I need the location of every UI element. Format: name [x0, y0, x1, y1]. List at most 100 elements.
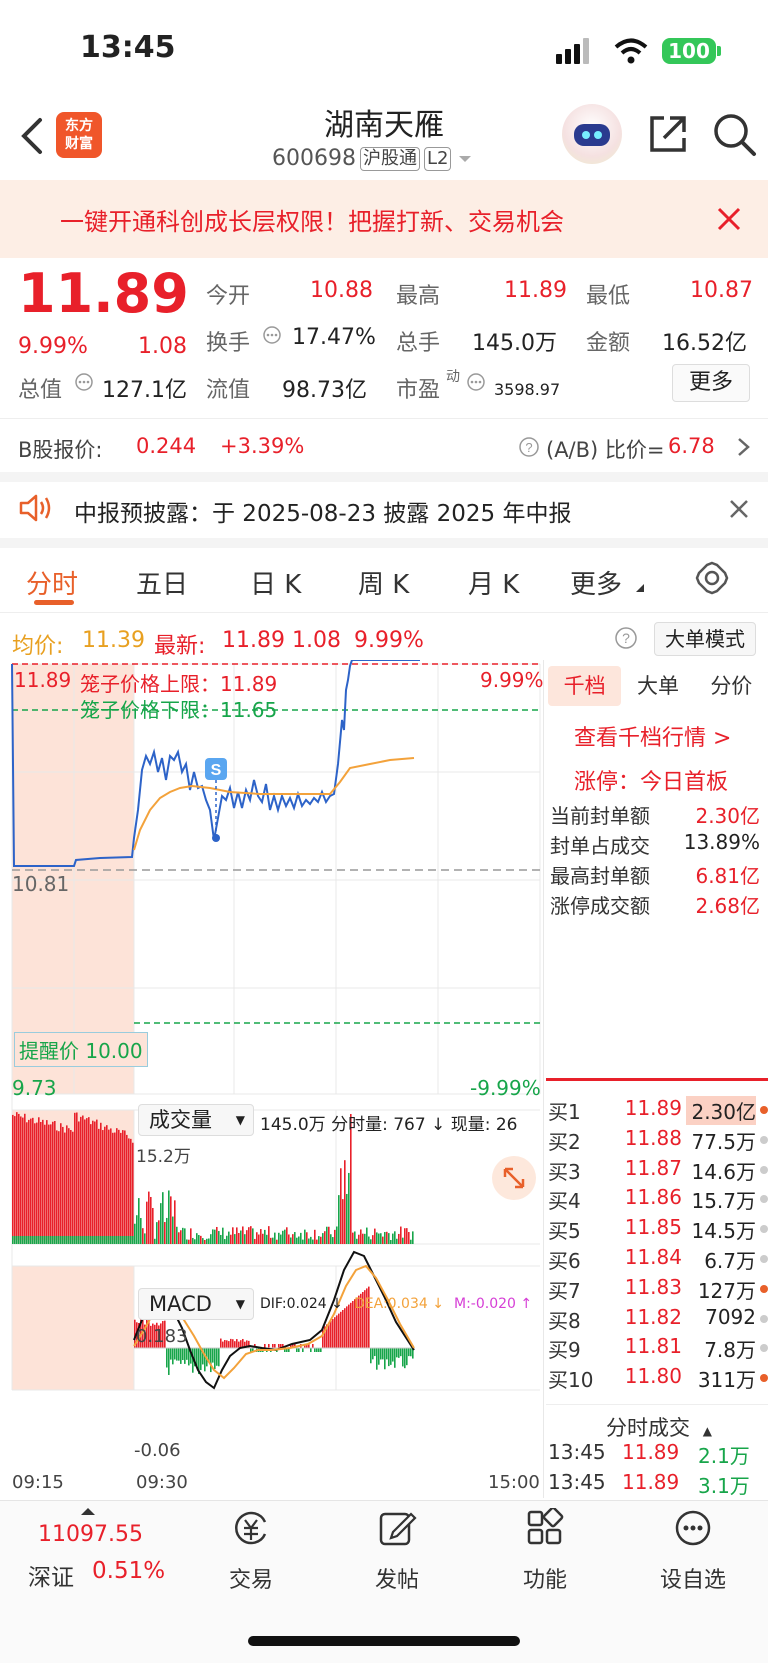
volume-bar — [174, 1200, 176, 1244]
volume-bar — [58, 1236, 60, 1244]
collapse-caret-icon[interactable] — [80, 1506, 96, 1516]
macd-bar — [410, 1348, 412, 1357]
sort-caret-icon: ▲ — [702, 1424, 712, 1438]
bid-volume: 127万 — [697, 1278, 756, 1303]
bid-row[interactable]: 买1 11.89 2.30亿 — [548, 1096, 768, 1126]
divider — [0, 612, 768, 613]
macd-bar — [406, 1348, 408, 1366]
float-value: 98.73亿 — [282, 378, 367, 403]
macd-bar — [402, 1348, 404, 1367]
volume-bar — [34, 1123, 36, 1240]
trades-header[interactable]: 分时成交 ▲ — [606, 1412, 712, 1442]
bid-row[interactable]: 买8 11.82 7092 — [548, 1305, 768, 1335]
macd-bar — [274, 1344, 276, 1348]
tab-daily-k[interactable]: 日 K — [250, 564, 301, 601]
back-icon[interactable] — [18, 116, 44, 156]
tab-weekly-k[interactable]: 周 K — [358, 564, 409, 601]
volume-bar — [72, 1236, 74, 1244]
help-icon[interactable]: ? — [614, 626, 638, 650]
volume-bar — [240, 1230, 242, 1244]
chart-top-pct: 9.99% — [480, 668, 544, 692]
last-price: 11.89 — [222, 628, 285, 653]
tab-more[interactable]: 更多 — [570, 564, 622, 601]
volume-bar — [276, 1239, 278, 1244]
volume-bar — [36, 1122, 38, 1240]
macd-bar — [398, 1348, 400, 1358]
volume-bar — [32, 1236, 34, 1244]
volume-bar — [26, 1122, 28, 1240]
volume-indicator-select[interactable]: 成交量 ▼ — [138, 1104, 254, 1136]
volume-bar — [20, 1116, 22, 1240]
close-notice-icon[interactable] — [728, 498, 750, 520]
bid-row[interactable]: 买6 11.84 6.7万 — [548, 1245, 768, 1275]
status-time: 13:45 — [80, 30, 176, 65]
tab-monthly-k[interactable]: 月 K — [468, 564, 519, 601]
volume-bar — [228, 1231, 230, 1244]
gear-icon[interactable] — [694, 560, 730, 596]
bid-row[interactable]: 买7 11.83 127万 — [548, 1275, 768, 1305]
bid-row[interactable]: 买2 11.88 77.5万 — [548, 1126, 768, 1156]
tab-underline — [34, 600, 74, 605]
nav-functions-label: 功能 — [522, 1568, 567, 1593]
bid-row[interactable]: 买9 11.81 7.8万 — [548, 1334, 768, 1364]
chevron-right-icon[interactable] — [736, 436, 752, 458]
volume-bar — [22, 1236, 24, 1244]
tab-big-order[interactable]: 大单 — [621, 666, 694, 706]
bid-row[interactable]: 买5 11.85 14.5万 — [548, 1215, 768, 1245]
bid-row[interactable]: 买3 11.87 14.6万 — [548, 1156, 768, 1186]
big-order-mode-button[interactable]: 大单模式 — [654, 622, 756, 656]
home-indicator — [248, 1636, 520, 1646]
tab-depth[interactable]: 千档 — [548, 666, 622, 706]
volume-bar — [274, 1232, 276, 1244]
search-icon[interactable] — [712, 112, 758, 158]
info-icon[interactable] — [466, 372, 486, 392]
tab-five-day[interactable]: 五日 — [136, 564, 188, 601]
volume-bar — [110, 1236, 112, 1244]
macd-indicator-select[interactable]: MACD ▼ — [138, 1288, 254, 1320]
volume-bar — [364, 1233, 366, 1244]
volume-bar — [368, 1236, 370, 1244]
signal-marker-label: S — [211, 762, 222, 779]
volume-bar — [40, 1121, 42, 1240]
nav-trade[interactable]: 交易 — [206, 1508, 296, 1594]
nav-functions[interactable]: 功能 — [500, 1506, 590, 1594]
stock-code-line[interactable]: 600698 沪股通 L2 — [272, 146, 475, 171]
volume-bar — [234, 1234, 236, 1244]
edit-icon — [379, 1512, 417, 1546]
share-icon[interactable] — [646, 112, 690, 156]
volume-bar — [102, 1130, 104, 1240]
volume-bar — [198, 1235, 200, 1244]
tab-price-dist[interactable]: 分价 — [695, 666, 768, 706]
bid-dot — [760, 1374, 768, 1383]
bid-row[interactable]: 买4 11.86 15.7万 — [548, 1185, 768, 1215]
nav-post[interactable]: 发帖 — [352, 1508, 442, 1594]
nav-add-watchlist[interactable]: 设自选 — [648, 1508, 738, 1594]
info-icon[interactable] — [74, 372, 94, 392]
tab-intraday[interactable]: 分时 — [26, 564, 78, 601]
trade-icon — [235, 1511, 267, 1545]
more-button[interactable]: 更多 — [672, 364, 750, 402]
close-banner-icon[interactable] — [716, 206, 742, 232]
macd-bar — [272, 1344, 274, 1348]
bid-row[interactable]: 买10 11.80 311万 — [548, 1364, 768, 1394]
notice-text[interactable]: 中报预披露：于 2025-08-23 披露 2025 年中报 — [74, 494, 571, 528]
volume-bar — [30, 1118, 32, 1240]
volume-max-label: 15.2万 — [136, 1147, 191, 1167]
alert-price-label[interactable]: 提醒价 10.00 — [14, 1032, 148, 1067]
cage-lower-label: 笼子价格下限：11.65 — [80, 698, 278, 722]
macd-bar — [344, 1308, 346, 1348]
volume-bar — [246, 1230, 248, 1244]
macd-bar — [342, 1310, 344, 1348]
assistant-avatar[interactable] — [562, 104, 622, 164]
index-value[interactable]: 11097.55 — [38, 1522, 143, 1547]
help-icon[interactable]: ? — [518, 436, 540, 458]
macd-bar — [392, 1348, 394, 1362]
macd-bar — [318, 1348, 320, 1352]
expand-button[interactable] — [492, 1156, 536, 1200]
volume-bar — [86, 1118, 88, 1240]
info-icon[interactable] — [262, 325, 282, 345]
view-depth-link[interactable]: 查看千档行情 > — [574, 720, 731, 752]
volume-bar — [16, 1236, 18, 1244]
limit-stat-label: 当前封单额 — [550, 804, 650, 828]
macd-bar — [204, 1348, 206, 1372]
